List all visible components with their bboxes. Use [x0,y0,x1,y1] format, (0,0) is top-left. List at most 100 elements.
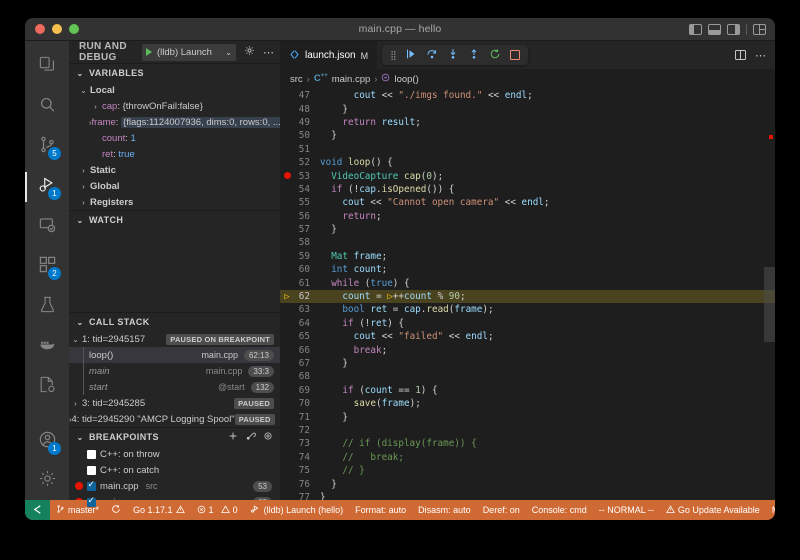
step-over-icon[interactable] [426,48,438,63]
tab-launch-json[interactable]: launch.json M [280,41,379,69]
play-icon[interactable] [146,48,152,56]
code-line[interactable]: 73 // if (display(frame)) { [280,437,775,450]
toggle-primary-sidebar-icon[interactable] [689,23,702,35]
code-line[interactable]: 71 } [280,410,775,423]
code-line[interactable]: 57 } [280,223,775,236]
chevron-right-icon[interactable]: › [89,102,102,111]
variable-row-global[interactable]: › Global [69,178,280,194]
ellipsis-icon[interactable]: ⋯ [263,46,274,59]
breadcrumb-folder[interactable]: src [290,74,303,85]
code-line[interactable]: 70 save(frame); [280,397,775,410]
sidebar-item-testing[interactable] [25,287,69,327]
variable-row-cap[interactable]: › cap : {throwOnFail:false} [69,98,280,114]
call-stack-frame-row[interactable]: main main.cpp 33:3 [69,363,280,379]
more-actions-icon[interactable]: ⋯ [755,49,766,62]
status-vim-mode[interactable]: -- NORMAL -- [593,500,660,520]
call-stack-thread-row[interactable]: ⌄ 1: tid=2945157 PAUSED ON BREAKPOINT [69,331,280,347]
code-line[interactable]: 77} [280,491,775,500]
sidebar-item-extensions[interactable]: 2 [25,247,69,287]
code-line[interactable]: 59 Mat frame; [280,250,775,263]
call-stack-thread-row[interactable]: › 4: tid=2945290 "AMCP Logging Spool" PA… [69,411,280,427]
sidebar-item-docker[interactable] [25,327,69,367]
status-go-update[interactable]: Go Update Available [660,500,766,520]
code-line[interactable]: 49 return result; [280,116,775,129]
breakpoint-checkbox[interactable] [87,449,96,459]
code-line[interactable]: 64 if (!ret) { [280,317,775,330]
toggle-panel-icon[interactable] [708,23,721,35]
continue-icon[interactable] [405,48,417,63]
remote-indicator[interactable] [25,500,50,520]
variable-row-count[interactable]: count : 1 [69,130,280,146]
call-stack-thread-row[interactable]: › 3: tid=2945285 PAUSED [69,395,280,411]
chevron-right-icon[interactable]: › [77,166,90,175]
chevron-down-icon[interactable]: ⌄ [225,48,232,57]
add-icon[interactable] [228,431,238,444]
unlink-icon[interactable] [245,431,256,444]
deactivate-breakpoints-icon[interactable] [263,431,273,444]
breakpoint-row-main-53[interactable]: main.cpp src 53 [69,478,280,494]
code-line[interactable]: 75 // } [280,464,775,477]
accounts-button[interactable]: 1 [25,422,69,462]
chevron-right-icon[interactable]: › [77,182,90,191]
code-line[interactable]: ▷ 62 count = ▷++count % 90; [280,289,775,304]
call-stack-frame-row[interactable]: start @start 132 [69,379,280,395]
code-line[interactable]: 76 } [280,477,775,490]
sidebar-item-cmake[interactable] [25,367,69,407]
code-lines[interactable]: 47 cout << "./imgs found." << endl; 48 } 4… [280,89,775,500]
variables-tree[interactable]: ⌄ Local › cap : {throwOnFail:false} › fr… [69,82,280,210]
status-console[interactable]: Console: cmd [526,500,593,520]
debug-settings-gear-icon[interactable] [244,45,255,59]
variable-row-ret[interactable]: ret : true [69,146,280,162]
status-debug-config[interactable]: (lldb) Launch (hello) [244,500,350,520]
restart-icon[interactable] [489,48,501,63]
code-line[interactable]: 74 // break; [280,451,775,464]
chevron-down-icon[interactable]: ⌄ [69,335,82,344]
status-disasm[interactable]: Disasm: auto [412,500,477,520]
code-editor[interactable]: 47 cout << "./imgs found." << endl; 48 } 4… [280,89,775,500]
status-format[interactable]: Format: auto [349,500,412,520]
status-keyboard-layout[interactable]: Mac [766,500,775,520]
status-branch[interactable]: master* [50,500,105,520]
status-problems[interactable]: 1 0 [191,500,244,520]
breakpoint-checkbox[interactable] [87,479,96,491]
breakpoint-row-on-catch[interactable]: C++: on catch [69,462,280,478]
code-line[interactable]: 63 bool ret = cap.read(frame); [280,303,775,316]
code-line[interactable]: 66 break; [280,343,775,356]
call-stack-list[interactable]: ⌄ 1: tid=2945157 PAUSED ON BREAKPOINT lo… [69,331,280,427]
watch-section-header[interactable]: ⌄ WATCH [69,211,280,229]
step-into-icon[interactable] [447,48,459,63]
code-line[interactable]: 65 cout << "failed" << endl; [280,330,775,343]
variables-section-header[interactable]: ⌄ VARIABLES [69,64,280,82]
variable-row-registers[interactable]: › Registers [69,194,280,210]
call-stack-section-header[interactable]: ⌄ CALL STACK [69,313,280,331]
variable-row-frame[interactable]: › frame : {flags:1124007936, dims:0, row… [69,114,280,130]
code-line[interactable]: 60 int count; [280,263,775,276]
variable-row-static[interactable]: › Static [69,162,280,178]
watch-list[interactable] [69,229,280,312]
code-line[interactable]: 68 [280,370,775,383]
editor-scrollbar[interactable] [764,89,775,500]
code-line[interactable]: 67 } [280,357,775,370]
variable-row-local[interactable]: ⌄ Local [69,82,280,98]
split-editor-icon[interactable] [735,50,746,60]
breakpoints-section-header[interactable]: ⌄ BREAKPOINTS [69,428,280,446]
code-line[interactable]: 58 [280,236,775,249]
sidebar-item-source-control[interactable]: 5 [25,127,69,167]
breadcrumb-file[interactable]: main.cpp [332,74,371,85]
sidebar-item-search[interactable] [25,87,69,127]
sidebar-item-run-and-debug[interactable]: 1 [25,167,69,207]
code-line[interactable]: 52 void loop() { [280,156,775,169]
toggle-secondary-sidebar-icon[interactable] [727,23,740,35]
stop-icon[interactable] [509,50,520,60]
sidebar-item-remote-explorer[interactable] [25,207,69,247]
scrollbar-thumb[interactable] [764,267,775,342]
debug-current-line-marker[interactable]: ▷ [280,291,294,302]
code-line[interactable]: 48 } [280,102,775,115]
drag-handle-icon[interactable]: ⣿ [390,50,397,61]
code-line[interactable]: 53 VideoCapture cap(0); [280,169,775,182]
sidebar-item-explorer[interactable] [25,47,69,87]
code-line[interactable]: 50 } [280,129,775,142]
breakpoint-checkbox[interactable] [87,495,96,507]
debug-configuration-select[interactable]: (lldb) Launch ⌄ [142,43,236,61]
breakpoint-dot-icon[interactable] [280,171,294,182]
